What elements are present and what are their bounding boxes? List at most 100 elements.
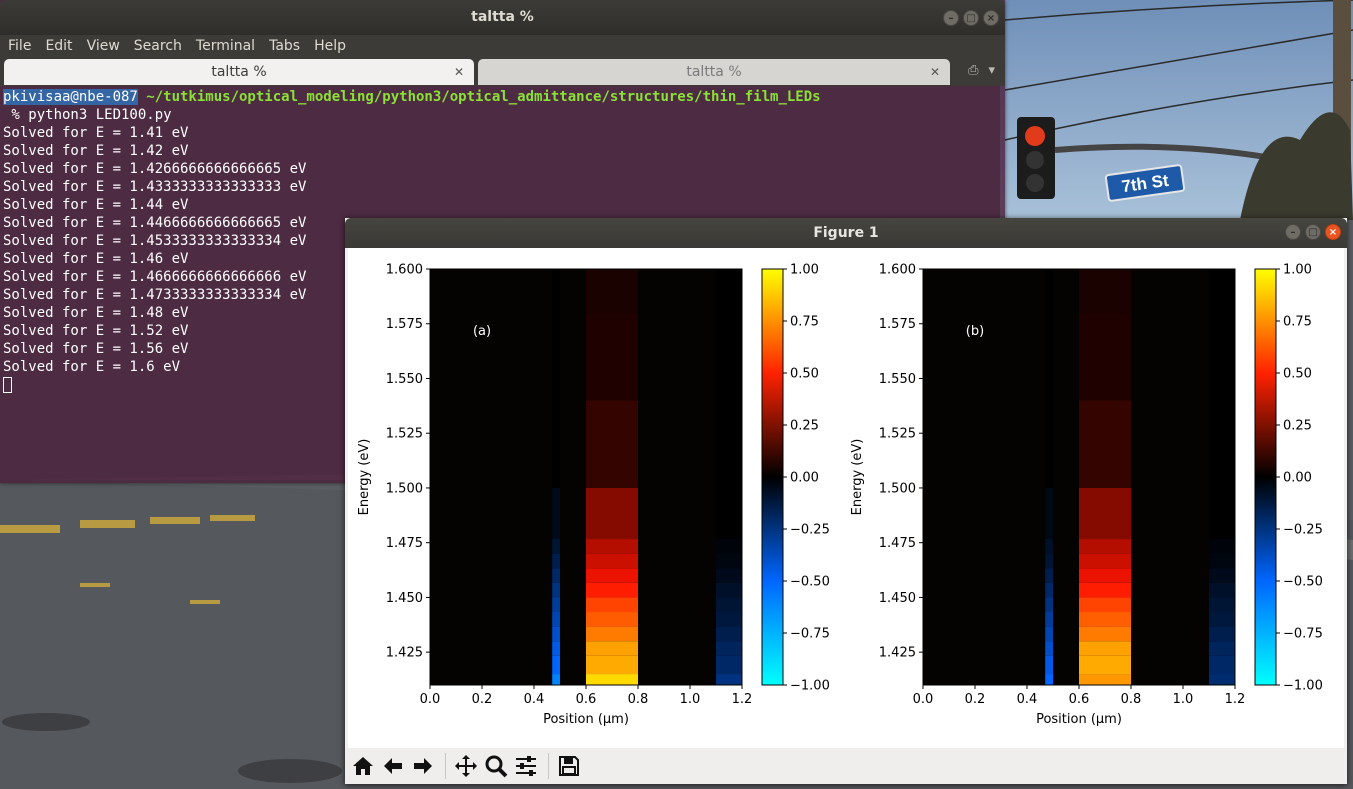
close-button[interactable]: × <box>983 10 999 26</box>
heatmap-cell <box>1209 597 1235 613</box>
menu-terminal[interactable]: Terminal <box>196 35 255 57</box>
heatmap-cell <box>586 582 638 598</box>
close-button[interactable]: × <box>1325 224 1341 240</box>
y-tick-label: 1.525 <box>879 427 916 442</box>
heatmap-cell <box>1045 655 1053 675</box>
terminal-cursor <box>3 377 12 393</box>
x-tick-label: 0.2 <box>965 692 986 707</box>
colorbar <box>761 268 784 686</box>
heatmap-cell <box>1079 641 1131 656</box>
heatmap-cell <box>1209 641 1235 656</box>
pan-icon[interactable] <box>452 752 480 780</box>
heatmap-cell <box>1209 400 1235 488</box>
menu-help[interactable]: Help <box>314 35 346 57</box>
output-line: Solved for E = 1.6 eV <box>3 359 181 375</box>
heatmap-cell <box>1045 269 1053 313</box>
heatmap-cell <box>586 539 638 554</box>
heatmap-cell <box>1209 582 1235 598</box>
heatmap-cell <box>716 568 742 583</box>
heatmap-cell <box>586 487 638 540</box>
heatmap-panel: (a) 0.0 0.2 0.4 0.6 0.8 1.0 1.2 1.425 1.450 1.475 1… <box>357 263 830 728</box>
heatmap-cell <box>1045 312 1053 401</box>
prompt-user: pkivisaa@nbe-087 <box>3 89 138 105</box>
heatmap-cell <box>1209 487 1235 540</box>
heatmap-cell <box>552 312 560 401</box>
colorbar-tick-label: −0.25 <box>1283 523 1323 538</box>
figure-canvas[interactable]: (a) 0.0 0.2 0.4 0.6 0.8 1.0 1.2 1.425 1.450 1.475 1… <box>348 248 1344 748</box>
figure-titlebar[interactable]: Figure 1 – □ × <box>345 218 1347 248</box>
heatmap-cell <box>586 597 638 613</box>
heatmap-cell <box>552 568 560 583</box>
menu-edit[interactable]: Edit <box>45 35 72 57</box>
heatmap-cell <box>1045 612 1053 627</box>
colorbar-tick-label: 0.25 <box>790 419 819 434</box>
heatmap-cell <box>716 626 742 642</box>
output-line: Solved for E = 1.52 eV <box>3 323 189 339</box>
heatmap-cell <box>716 269 742 313</box>
tab-2[interactable]: taltta % ✕ <box>478 59 950 85</box>
heatmap-cell <box>1209 269 1235 313</box>
x-tick-label: 0.8 <box>628 692 649 707</box>
maximize-button[interactable]: □ <box>963 10 979 26</box>
minimize-button[interactable]: – <box>1285 224 1301 240</box>
heatmap-cell <box>586 674 638 685</box>
output-line: Solved for E = 1.42 eV <box>3 143 189 159</box>
tab-close-icon[interactable]: ✕ <box>454 59 464 85</box>
heatmap-cell <box>716 674 742 685</box>
tabs-menu-chevron-down-icon[interactable]: ▾ <box>988 63 995 78</box>
y-tick-label: 1.425 <box>386 646 423 661</box>
heatmap-cell <box>1079 400 1131 488</box>
menu-search[interactable]: Search <box>134 35 182 57</box>
output-line: Solved for E = 1.4266666666666665 eV <box>3 161 307 177</box>
heatmap-cell <box>1209 553 1235 569</box>
menu-tabs[interactable]: Tabs <box>269 35 300 57</box>
heatmap-cell <box>1079 674 1131 685</box>
x-tick-label: 0.2 <box>472 692 493 707</box>
x-tick-label: 1.0 <box>1173 692 1194 707</box>
output-line: Solved for E = 1.41 eV <box>3 125 189 141</box>
menu-view[interactable]: View <box>87 35 120 57</box>
heatmap-cell <box>552 553 560 569</box>
tab-1[interactable]: taltta % ✕ <box>4 59 474 85</box>
heatmap-cell <box>586 626 638 642</box>
configure-subplots-icon[interactable] <box>512 752 540 780</box>
heatmap-cell <box>1079 269 1131 313</box>
heatmap-cell <box>1209 312 1235 401</box>
heatmap-cell <box>586 655 638 675</box>
figure-window: Figure 1 – □ × (a) 0.0 0.2 0.4 0.6 0.8 1.0 1.2 1… <box>345 218 1347 784</box>
y-tick-label: 1.500 <box>386 481 423 496</box>
zoom-icon[interactable] <box>482 752 510 780</box>
toolbar-separator <box>445 753 446 779</box>
new-tab-icon[interactable]: ⎙ <box>968 63 978 78</box>
heatmap-cell <box>1079 582 1131 598</box>
y-tick-label: 1.525 <box>386 427 423 442</box>
menu-file[interactable]: File <box>8 35 31 57</box>
maximize-button[interactable]: □ <box>1305 224 1321 240</box>
heatmap-panel: (b) 0.0 0.2 0.4 0.6 0.8 1.0 1.2 1.425 1.450 1.475 1… <box>850 263 1323 728</box>
tab-close-icon[interactable]: ✕ <box>930 59 940 85</box>
save-icon[interactable] <box>555 752 583 780</box>
heatmap-cell <box>1045 553 1053 569</box>
figure-title: Figure 1 <box>813 225 879 241</box>
heatmap-cell <box>552 400 560 488</box>
heatmap-cell <box>552 674 560 685</box>
minimize-button[interactable]: – <box>943 10 959 26</box>
heatmap-cell <box>552 487 560 540</box>
prompt-path: ~/tutkimus/optical_modeling/python3/opti… <box>137 89 821 105</box>
y-axis-label: Energy (eV) <box>850 439 865 516</box>
heatmap-cell <box>1079 612 1131 627</box>
heatmap-cell <box>586 553 638 569</box>
command-line: % python3 LED100.py <box>3 107 172 123</box>
colorbar-tick-label: 0.25 <box>1283 419 1312 434</box>
home-icon[interactable] <box>349 752 377 780</box>
y-tick-label: 1.600 <box>386 263 423 278</box>
heatmap-cell <box>1209 568 1235 583</box>
toolbar-separator <box>548 753 549 779</box>
panel-annotation: (a) <box>473 324 491 339</box>
back-arrow-icon[interactable] <box>379 752 407 780</box>
y-tick-label: 1.550 <box>386 372 423 387</box>
forward-arrow-icon[interactable] <box>409 752 437 780</box>
x-tick-label: 1.0 <box>680 692 701 707</box>
terminal-titlebar[interactable]: taltta % – □ × <box>0 0 1005 35</box>
heatmap-cell <box>1079 597 1131 613</box>
